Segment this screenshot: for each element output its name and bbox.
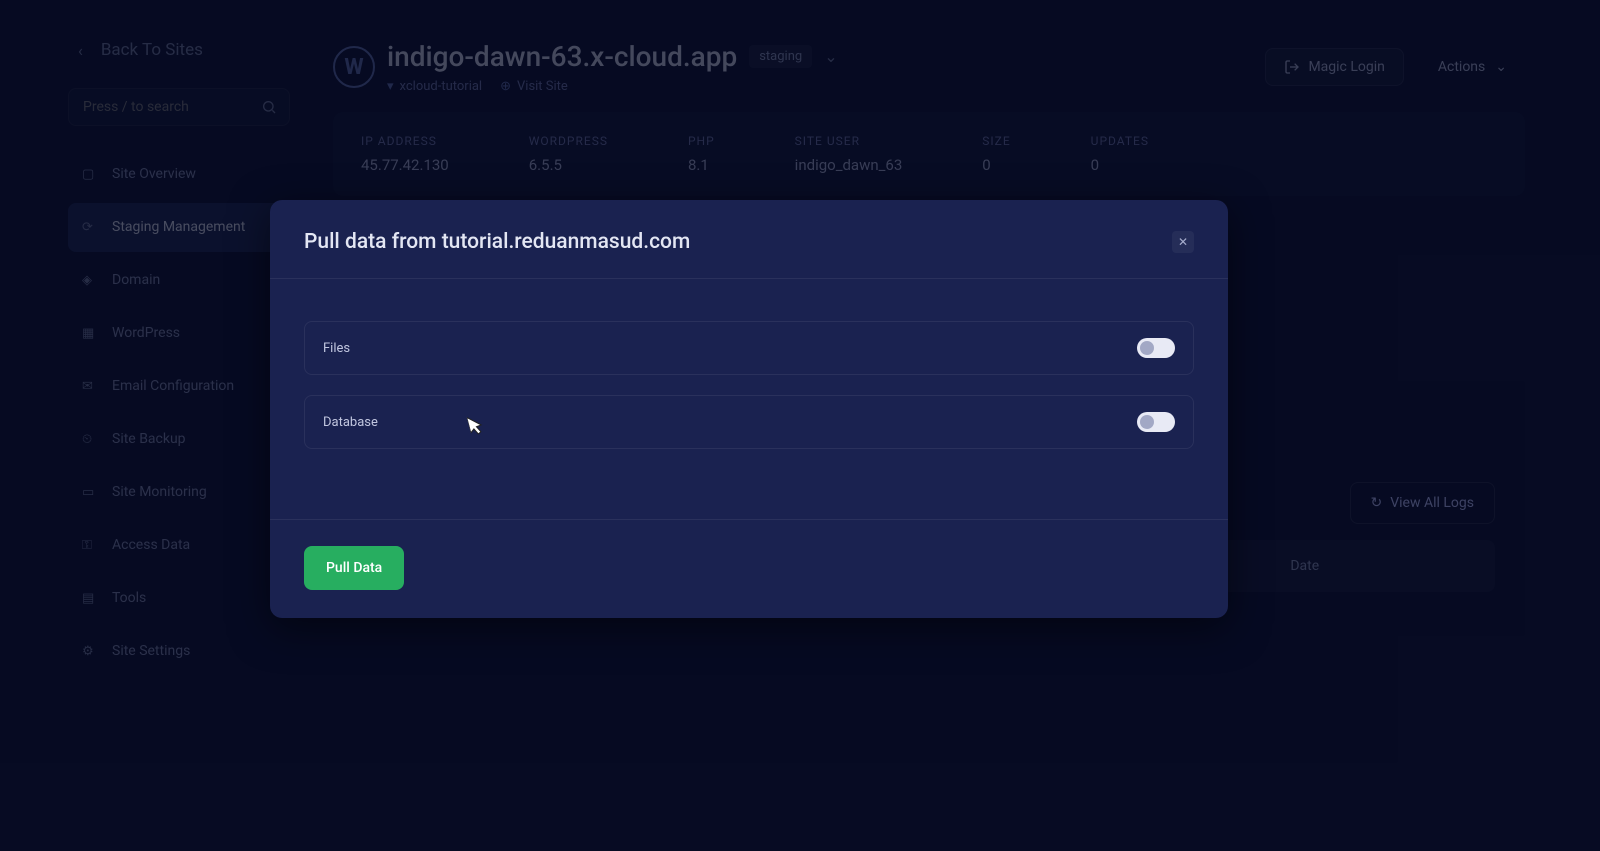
toggle-knob — [1140, 415, 1154, 429]
files-toggle-row: Files — [304, 321, 1194, 375]
database-label: Database — [323, 415, 378, 430]
pull-data-modal: Pull data from tutorial.reduanmasud.com … — [270, 200, 1228, 618]
database-toggle[interactable] — [1137, 412, 1175, 432]
database-toggle-row: Database — [304, 395, 1194, 449]
files-label: Files — [323, 341, 350, 356]
modal-title: Pull data from tutorial.reduanmasud.com — [304, 230, 690, 254]
close-button[interactable]: ✕ — [1172, 231, 1194, 253]
toggle-knob — [1140, 341, 1154, 355]
files-toggle[interactable] — [1137, 338, 1175, 358]
close-icon: ✕ — [1178, 235, 1188, 249]
pull-data-label: Pull Data — [326, 560, 382, 576]
pull-data-button[interactable]: Pull Data — [304, 546, 404, 590]
